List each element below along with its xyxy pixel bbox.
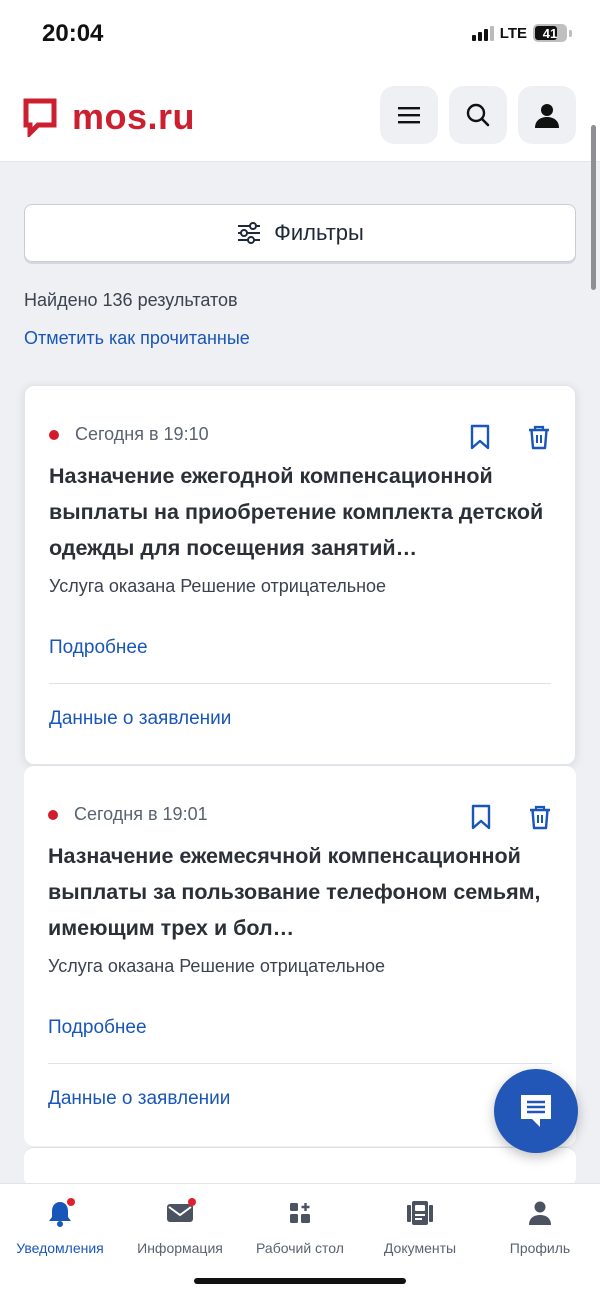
scrollbar[interactable] [591, 125, 596, 290]
filters-button[interactable]: Фильтры [24, 204, 576, 262]
documents-icon [407, 1201, 433, 1225]
nav-profile[interactable]: Профиль [480, 1198, 600, 1256]
card-actions [469, 424, 551, 450]
site-header: mos.ru [0, 68, 600, 162]
details-link[interactable]: Подробнее [49, 637, 148, 659]
status-indicators: LTE 41 [471, 24, 572, 42]
nav-label: Документы [383, 1240, 457, 1256]
details-link[interactable]: Подробнее [48, 1017, 147, 1039]
battery-icon: 41 [533, 24, 567, 42]
unread-dot [48, 809, 58, 820]
notification-card[interactable]: Сегодня в 19:01 Назначение ежемесячной к… [24, 766, 576, 1146]
card-header: Сегодня в 19:10 [49, 424, 209, 445]
card-header: Сегодня в 19:01 [48, 804, 208, 825]
application-data-link[interactable]: Данные о заявлении [49, 708, 231, 730]
logo-icon [23, 98, 57, 137]
chat-button[interactable] [494, 1069, 578, 1153]
nav-notifications[interactable]: Уведомления [0, 1198, 120, 1256]
results-count: Найдено 136 результатов [24, 290, 238, 310]
status-bar: 20:04 LTE 41 [0, 0, 600, 68]
notification-card[interactable] [24, 1147, 576, 1187]
nav-label: Профиль [509, 1240, 571, 1256]
sliders-icon [238, 222, 261, 244]
signal-icon [471, 25, 494, 41]
filters-label: Фильтры [274, 220, 364, 245]
card-title[interactable]: Назначение ежемесячной компенсационной в… [48, 838, 558, 946]
unread-dot [49, 429, 59, 440]
bookmark-icon[interactable] [470, 804, 492, 830]
bookmark-icon[interactable] [469, 424, 491, 450]
logo-text: mos.ru [72, 96, 196, 137]
card-time: Сегодня в 19:01 [74, 804, 208, 824]
menu-button[interactable] [380, 86, 438, 144]
nav-label: Рабочий стол [256, 1240, 344, 1256]
chat-icon [521, 1095, 551, 1127]
application-data-link[interactable]: Данные о заявлении [48, 1088, 230, 1110]
home-indicator [194, 1278, 406, 1284]
card-time: Сегодня в 19:10 [75, 424, 209, 444]
nav-label: Информация [137, 1240, 223, 1256]
card-status: Услуга оказана Решение отрицательное [49, 576, 387, 596]
trash-icon[interactable] [527, 424, 551, 450]
trash-icon[interactable] [528, 804, 552, 830]
divider [48, 1063, 552, 1064]
account-button[interactable] [518, 86, 576, 144]
nav-documents[interactable]: Документы [360, 1198, 480, 1256]
nav-desktop[interactable]: Рабочий стол [240, 1198, 360, 1256]
status-time: 20:04 [42, 20, 104, 47]
menu-icon [398, 107, 420, 124]
user-icon [535, 104, 559, 128]
search-button[interactable] [449, 86, 507, 144]
card-title[interactable]: Назначение ежегодной компенсационной вып… [49, 458, 559, 566]
profile-icon [529, 1201, 551, 1225]
nav-label: Уведомления [16, 1240, 104, 1256]
battery-level: 41 [542, 25, 558, 41]
network-label: LTE [499, 24, 527, 42]
search-icon [466, 103, 490, 127]
mark-as-read-link[interactable]: Отметить как прочитанные [24, 328, 250, 349]
divider [49, 683, 551, 684]
card-actions [470, 804, 552, 830]
logo[interactable]: mos.ru [22, 96, 195, 138]
notification-card[interactable]: Сегодня в 19:10 Назначение ежегодной ком… [24, 385, 576, 765]
dashboard-icon [290, 1203, 310, 1223]
card-status: Услуга оказана Решение отрицательное [48, 956, 386, 976]
nav-information[interactable]: Информация [120, 1198, 240, 1256]
